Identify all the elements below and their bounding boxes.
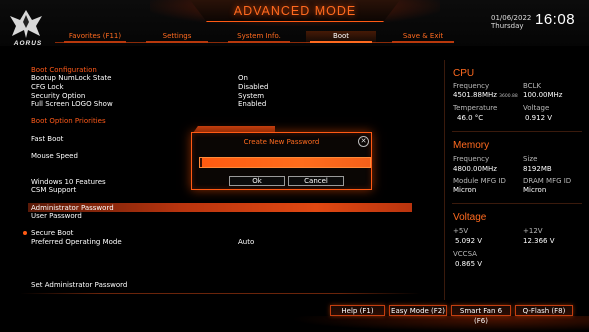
preferred-operating-mode-label[interactable]: Preferred Operating Mode [31, 238, 122, 246]
security-option-value[interactable]: System [238, 92, 264, 100]
preferred-operating-mode-value[interactable]: Auto [238, 238, 254, 246]
plus-5v-value: 5.092 V [455, 237, 483, 245]
date-display: 01/06/2022 Thursday [491, 14, 531, 30]
cpu-bclk-value: 100.00MHz [523, 91, 563, 99]
mode-title: ADVANCED MODE [233, 4, 357, 18]
cpu-voltage-value: 0.912 V [525, 114, 553, 122]
vccsa-label: VCCSA [453, 250, 477, 258]
full-screen-logo-label[interactable]: Full Screen LOGO Show [31, 100, 113, 108]
memory-frequency-value: 4800.00MHz [453, 165, 497, 173]
module-mfg-id-value: Micron [453, 186, 477, 194]
tab-system-info[interactable]: System Info. [224, 31, 294, 43]
cpu-frequency-small: 3600.88 [499, 94, 518, 99]
cancel-button[interactable]: Cancel [288, 176, 344, 186]
close-icon[interactable]: ✕ [358, 136, 369, 147]
mouse-speed-label[interactable]: Mouse Speed [31, 152, 78, 160]
vccsa-value: 0.865 V [455, 260, 483, 268]
submenu-bullet-icon [23, 231, 27, 235]
memory-voltage-divider [452, 203, 582, 204]
cpu-heading: CPU [453, 68, 475, 79]
cpu-frequency-number: 4501.88MHz [453, 91, 497, 99]
plus-12v-label: +12V [523, 227, 543, 235]
full-screen-logo-value[interactable]: Enabled [238, 100, 266, 108]
dram-mfg-id-label: DRAM MFG ID [523, 177, 572, 185]
administrator-password-item[interactable]: Administrator Password [31, 204, 114, 212]
csm-support-label[interactable]: CSM Support [31, 186, 76, 194]
footer-glow [290, 316, 589, 332]
security-option-label[interactable]: Security Option [31, 92, 85, 100]
fast-boot-label[interactable]: Fast Boot [31, 135, 63, 143]
bootup-numlock-value[interactable]: On [238, 74, 248, 82]
logo-text: AORUS [13, 40, 43, 47]
voltage-heading: Voltage [453, 212, 487, 223]
q-flash-button[interactable]: Q-Flash (F8) [515, 305, 573, 316]
cpu-memory-divider [452, 131, 582, 132]
help-divider [20, 293, 420, 294]
module-mfg-id-label: Module MFG ID [453, 177, 506, 185]
cpu-temperature-value: 46.0 °C [457, 114, 484, 122]
boot-configuration-heading: Boot Configuration [31, 66, 97, 74]
cpu-bclk-label: BCLK [523, 82, 542, 90]
secure-boot-item[interactable]: Secure Boot [31, 229, 73, 237]
help-button[interactable]: Help (F1) [330, 305, 385, 316]
ok-button[interactable]: Ok [229, 176, 285, 186]
cpu-temperature-label: Temperature [453, 104, 498, 112]
boot-option-priorities-heading: Boot Option Priorities [31, 117, 106, 125]
easy-mode-button[interactable]: Easy Mode (F2) [389, 305, 447, 316]
plus-12v-value: 12.366 V [523, 237, 555, 245]
memory-size-label: Size [523, 155, 538, 163]
tab-favorites[interactable]: Favorites (F11) [60, 31, 130, 43]
tab-settings[interactable]: Settings [142, 31, 212, 43]
dram-mfg-id-value: Micron [523, 186, 547, 194]
cpu-voltage-label: Voltage [523, 104, 550, 112]
user-password-item[interactable]: User Password [31, 212, 82, 220]
dialog-title: Create New Password [243, 138, 320, 146]
memory-heading: Memory [453, 140, 490, 151]
windows-10-features-label[interactable]: Windows 10 Features [31, 178, 106, 186]
cfg-lock-value[interactable]: Disabled [238, 83, 268, 91]
memory-frequency-label: Frequency [453, 155, 490, 163]
cpu-frequency-value: 4501.88MHz 3600.88 [453, 91, 518, 99]
plus-5v-label: +5V [453, 227, 469, 235]
panel-divider [444, 60, 445, 300]
date: 01/06/2022 [491, 14, 532, 22]
help-description: Set Administrator Password [31, 281, 128, 289]
text-caret [200, 158, 202, 167]
memory-size-value: 8192MB [523, 165, 552, 173]
cpu-frequency-label: Frequency [453, 82, 490, 90]
bootup-numlock-label[interactable]: Bootup NumLock State [31, 74, 111, 82]
smart-fan-button[interactable]: Smart Fan 6 (F6) [451, 305, 511, 325]
tab-boot[interactable]: Boot [306, 31, 376, 43]
cfg-lock-label[interactable]: CFG Lock [31, 83, 64, 91]
clock[interactable]: 16:08 [535, 11, 575, 28]
password-input[interactable] [199, 157, 371, 168]
weekday: Thursday [491, 22, 524, 30]
tab-save-exit[interactable]: Save & Exit [388, 31, 458, 43]
